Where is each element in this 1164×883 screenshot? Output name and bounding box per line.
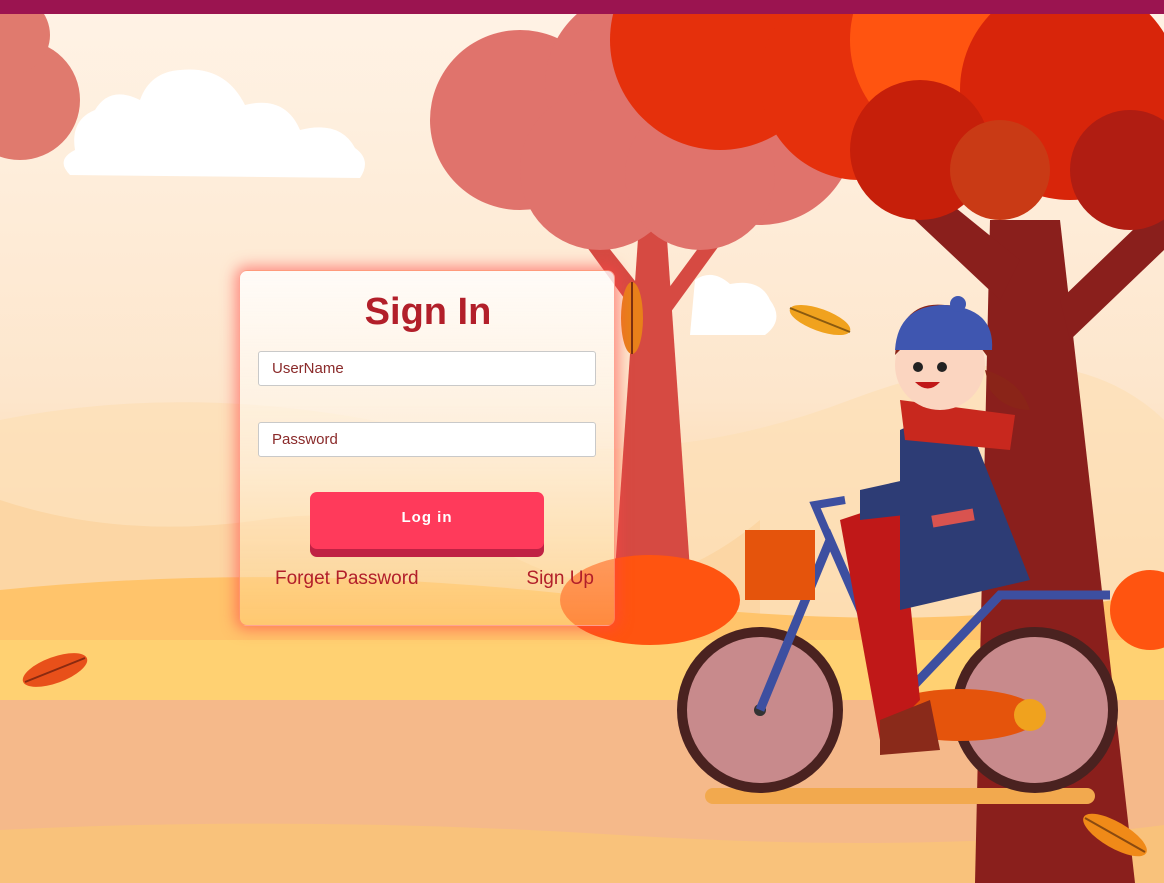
page-title: Sign In <box>364 291 492 333</box>
login-button[interactable]: Log in <box>310 492 544 549</box>
login-panel: Sign In Log in Forget Password Sign Up <box>239 270 615 626</box>
username-input[interactable] <box>258 351 596 386</box>
forget-password-link[interactable]: Forget Password <box>275 568 419 590</box>
sign-up-link[interactable]: Sign Up <box>526 568 594 590</box>
password-input[interactable] <box>258 422 596 457</box>
top-bar <box>0 0 1164 14</box>
falling-leaf-icon <box>621 282 643 354</box>
